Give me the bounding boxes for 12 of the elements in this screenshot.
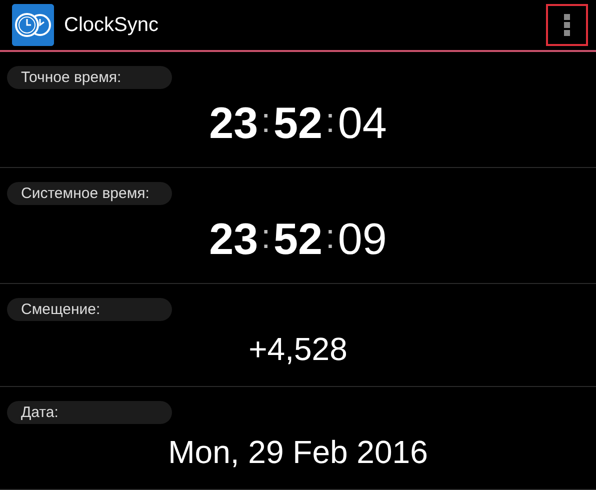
more-icon	[563, 13, 571, 37]
value-text: +4,528	[248, 330, 348, 369]
section-label: Дата:	[7, 401, 172, 424]
app-title: ClockSync	[64, 14, 160, 36]
section-label: Смещение:	[7, 298, 172, 321]
clocks-logo-icon	[12, 4, 54, 46]
section-label: Точное время:	[7, 66, 172, 89]
time-value: 23$^{:}$52$^{:}$09	[208, 214, 388, 266]
overflow-menu-button[interactable]	[546, 4, 588, 46]
section-label: Системное время:	[7, 182, 172, 205]
value-text: Mon, 29 Feb 2016	[167, 433, 429, 472]
time-value: 23$^{:}$52$^{:}$04	[208, 98, 388, 150]
